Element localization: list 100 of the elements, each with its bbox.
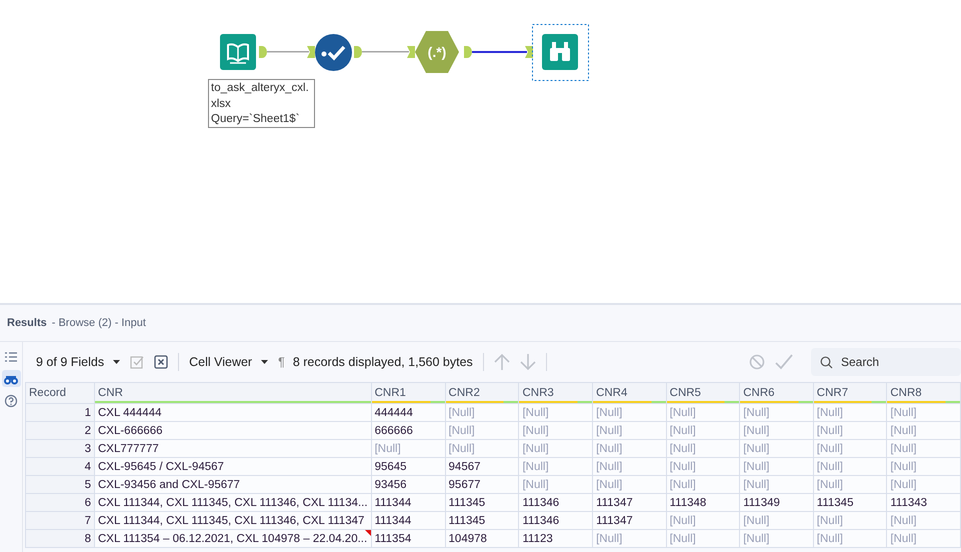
- table-cell: 94567: [445, 458, 519, 476]
- table-cell: CXL 111354 – 06.12.2021, CXL 104978 – 22.04.20...: [94, 530, 372, 548]
- table-cell: [Null]: [886, 530, 960, 548]
- table-cell: CXL-95645 / CXL-94567: [94, 458, 372, 476]
- table-cell: CXL 111344, CXL 111345, CXL 111346, CXL 11134...: [94, 494, 372, 512]
- column-header[interactable]: CNR2: [445, 382, 519, 404]
- record-number: 5: [26, 476, 94, 494]
- output-anchor-icon: [464, 46, 472, 58]
- fields-dropdown[interactable]: 9 of 9 Fields: [36, 355, 120, 369]
- binoculars-tool-icon[interactable]: [532, 24, 589, 81]
- table-cell: [Null]: [666, 530, 740, 548]
- table-cell: 95677: [445, 476, 519, 494]
- table-cell: CXL-666666: [94, 422, 372, 440]
- book-tool-icon[interactable]: [220, 34, 257, 71]
- table-cell: [Null]: [666, 458, 740, 476]
- cell-viewer-dropdown[interactable]: Cell Viewer: [189, 355, 268, 369]
- table-cell: [Null]: [592, 440, 666, 458]
- table-cell: [Null]: [813, 458, 887, 476]
- table-cell: 111346: [518, 494, 593, 512]
- table-cell: [Null]: [666, 476, 740, 494]
- table-cell: CXL 444444: [94, 404, 372, 422]
- table-cell: 111344: [371, 512, 446, 530]
- list-icon[interactable]: [3, 350, 19, 364]
- close-square-icon[interactable]: [154, 355, 168, 369]
- table-cell: [Null]: [813, 476, 887, 494]
- table-cell: [Null]: [371, 440, 446, 458]
- input-anchor-icon: [525, 46, 533, 58]
- table-cell: [Null]: [592, 530, 666, 548]
- checkmark-tool-icon[interactable]: [315, 34, 352, 71]
- search-icon: [820, 356, 833, 369]
- table-cell: [Null]: [445, 422, 519, 440]
- table-cell: 111345: [445, 512, 519, 530]
- column-header[interactable]: CNR3: [518, 382, 593, 404]
- table-cell: 111347: [592, 512, 666, 530]
- table-cell: [Null]: [813, 422, 887, 440]
- column-header[interactable]: CNR1: [371, 382, 446, 404]
- output-anchor-icon: [259, 46, 267, 58]
- table-cell: [Null]: [813, 530, 887, 548]
- table-cell: [Null]: [813, 440, 887, 458]
- record-number: 4: [26, 458, 94, 476]
- table-cell: [Null]: [518, 422, 593, 440]
- table-cell: 111345: [445, 494, 519, 512]
- help-icon[interactable]: [3, 394, 19, 408]
- record-number: 8: [26, 530, 94, 548]
- column-header[interactable]: CNR4: [592, 382, 666, 404]
- table-cell: [Null]: [886, 458, 960, 476]
- table-cell: 111344: [371, 494, 446, 512]
- tool-annotation: to_ask_alteryx_cxl. xlsx Query=`Sheet1$`: [208, 79, 315, 128]
- record-number: 1: [26, 404, 94, 422]
- record-number: 7: [26, 512, 94, 530]
- column-header[interactable]: CNR6: [740, 382, 814, 404]
- table-cell: [Null]: [445, 404, 519, 422]
- record-number: 3: [26, 440, 94, 458]
- table-cell: [Null]: [886, 476, 960, 494]
- table-cell: [Null]: [666, 440, 740, 458]
- column-header[interactable]: CNR8: [886, 382, 960, 404]
- table-cell: [Null]: [740, 422, 814, 440]
- table-cell: 111354: [371, 530, 446, 548]
- table-cell: [Null]: [518, 404, 593, 422]
- table-cell: [Null]: [740, 530, 814, 548]
- table-cell: CXL 111344, CXL 111345, CXL 111346, CXL 111347: [94, 512, 372, 530]
- table-cell: [Null]: [886, 440, 960, 458]
- table-cell: 111349: [740, 494, 814, 512]
- table-cell: [Null]: [445, 440, 519, 458]
- column-header[interactable]: Record: [26, 382, 94, 404]
- table-cell: 95645: [371, 458, 446, 476]
- table-cell: 111348: [666, 494, 740, 512]
- table-cell: [Null]: [592, 404, 666, 422]
- table-cell: CXL-93456 and CXL-95677: [94, 476, 372, 494]
- table-cell: [Null]: [740, 476, 814, 494]
- table-cell: [Null]: [740, 512, 814, 530]
- table-cell: [Null]: [518, 458, 593, 476]
- table-cell: 111346: [518, 512, 593, 530]
- table-cell: 111345: [813, 494, 887, 512]
- table-cell: CXL777777: [94, 440, 372, 458]
- column-header[interactable]: CNR5: [666, 382, 740, 404]
- table-cell: [Null]: [740, 458, 814, 476]
- table-cell: [Null]: [518, 476, 593, 494]
- record-number: 6: [26, 494, 94, 512]
- checkmark-icon[interactable]: [775, 354, 793, 370]
- output-anchor-icon: [354, 46, 362, 58]
- table-cell: [Null]: [666, 512, 740, 530]
- table-cell: [Null]: [666, 404, 740, 422]
- table-cell: [Null]: [592, 476, 666, 494]
- record-number: 2: [26, 422, 94, 440]
- table-cell: [Null]: [813, 404, 887, 422]
- table-cell: 666666: [371, 422, 446, 440]
- records-summary: 8 records displayed, 1,560 bytes: [292, 355, 473, 369]
- checkbox-icon[interactable]: [130, 355, 144, 369]
- table-cell: [Null]: [666, 422, 740, 440]
- table-cell: [Null]: [592, 458, 666, 476]
- table-cell: [Null]: [886, 512, 960, 530]
- column-header[interactable]: CNR: [94, 382, 372, 404]
- table-cell: 104978: [445, 530, 519, 548]
- table-cell: 111347: [592, 494, 666, 512]
- search-field[interactable]: Search: [811, 348, 961, 376]
- table-cell: 444444: [371, 404, 446, 422]
- column-header[interactable]: CNR7: [813, 382, 887, 404]
- table-cell: [Null]: [740, 404, 814, 422]
- table-cell: [Null]: [518, 440, 593, 458]
